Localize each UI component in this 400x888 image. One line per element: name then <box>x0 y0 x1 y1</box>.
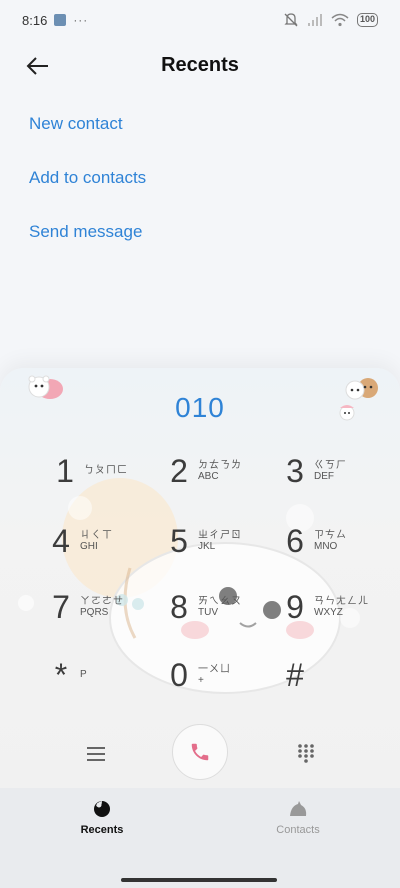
key-bopomofo: ㄢㄣㄤㄥㄦ <box>314 595 369 607</box>
key-letters: WXYZ <box>314 607 343 618</box>
recents-icon <box>94 801 110 817</box>
key-9[interactable]: 9 ㄢㄣㄤㄥㄦ WXYZ <box>282 582 392 632</box>
status-right: 100 <box>283 12 378 28</box>
status-bar: 8:16 ··· 100 <box>0 0 400 40</box>
key-digit: 5 <box>170 523 188 559</box>
key-7[interactable]: 7 ㄚㄛㄜㄝ PQRS <box>48 582 158 632</box>
call-button[interactable] <box>172 724 228 780</box>
key-bopomofo: ㄅㄆㄇㄈ <box>84 465 128 477</box>
notification-icon <box>54 14 67 26</box>
key-letters: TUV <box>198 607 218 618</box>
menu-icon <box>87 747 105 761</box>
key-digit: 6 <box>286 523 304 559</box>
key-letters: JKL <box>198 541 216 552</box>
send-message-link[interactable]: Send message <box>29 222 142 242</box>
key-3[interactable]: 3 ㄍㄎㄏ DEF <box>282 446 392 496</box>
tab-recents-label: Recents <box>80 824 124 836</box>
key-1[interactable]: 1 ㄅㄆㄇㄈ <box>52 446 162 496</box>
wifi-icon <box>331 13 349 27</box>
key-letters: GHI <box>80 541 98 552</box>
menu-button[interactable] <box>80 738 112 770</box>
dialer-screen: 8:16 ··· 100 Recents New contact Add to … <box>0 0 400 888</box>
key-5[interactable]: 5 ㄓㄔㄕㄖ JKL <box>166 516 276 566</box>
key-8[interactable]: 8 ㄞㄟㄠㄡ TUV <box>166 582 276 632</box>
battery-indicator: 100 <box>356 13 378 27</box>
key-bopomofo: ㄚㄛㄜㄝ <box>80 595 124 607</box>
key-letters: DEF <box>314 471 334 482</box>
key-star[interactable]: * P <box>48 650 158 700</box>
key-digit: 2 <box>170 453 188 489</box>
key-digit: # <box>286 657 304 693</box>
phone-icon <box>191 743 209 761</box>
signal-icon <box>307 14 322 26</box>
key-letters: MNO <box>314 541 338 552</box>
key-digit: 3 <box>286 453 304 489</box>
key-0[interactable]: 0 一ㄨㄩ + <box>166 650 276 700</box>
keypad-toggle-button[interactable] <box>290 738 322 770</box>
mute-icon <box>284 13 298 27</box>
key-letters: P <box>80 669 87 681</box>
dialpad-panel: 010 1 ㄅㄆㄇㄈ 2 ㄉㄊㄋㄌ ABC 3 ㄍㄎㄏ DEF 4 ㄐㄑㄒ GHI 5… <box>0 368 400 788</box>
tab-contacts-label: Contacts <box>276 824 320 836</box>
status-left: 8:16 ··· <box>22 13 88 28</box>
page-title: Recents <box>161 54 239 76</box>
keypad-icon <box>298 744 314 763</box>
bottom-navigation: Recents Contacts <box>0 788 400 888</box>
tab-recents[interactable]: Recents <box>42 800 162 836</box>
key-bopomofo: ㄉㄊㄋㄌ <box>198 459 242 471</box>
dialed-number: 010 <box>175 392 225 423</box>
key-letters: PQRS <box>80 607 109 618</box>
key-digit: * <box>54 657 68 693</box>
key-bopomofo: ㄓㄔㄕㄖ <box>198 529 242 541</box>
header: Recents <box>0 44 400 88</box>
key-4[interactable]: 4 ㄐㄑㄒ GHI <box>48 516 158 566</box>
key-bopomofo: ㄗㄘㄙ <box>314 529 347 541</box>
key-hash[interactable]: # <box>282 650 392 700</box>
home-indicator[interactable] <box>121 878 277 882</box>
contacts-icon <box>290 801 307 816</box>
key-bopomofo: ㄍㄎㄏ <box>314 459 347 471</box>
key-bopomofo: 一ㄨㄩ <box>198 663 231 675</box>
new-contact-link[interactable]: New contact <box>29 114 123 134</box>
key-letters: ABC <box>198 471 219 482</box>
key-digit: 1 <box>56 453 74 489</box>
more-notifications-icon: ··· <box>73 13 89 27</box>
key-bopomofo: ㄐㄑㄒ <box>80 529 113 541</box>
key-digit: 7 <box>52 589 70 625</box>
key-2[interactable]: 2 ㄉㄊㄋㄌ ABC <box>166 446 276 496</box>
key-bopomofo: ㄞㄟㄠㄡ <box>198 595 242 607</box>
key-letters: + <box>198 675 204 686</box>
add-to-contacts-link[interactable]: Add to contacts <box>29 168 146 188</box>
key-digit: 0 <box>170 657 188 693</box>
key-digit: 8 <box>170 589 188 625</box>
key-digit: 4 <box>52 523 70 559</box>
key-digit: 9 <box>286 589 304 625</box>
status-time: 8:16 <box>22 12 48 28</box>
tab-contacts[interactable]: Contacts <box>238 800 358 836</box>
key-6[interactable]: 6 ㄗㄘㄙ MNO <box>282 516 392 566</box>
